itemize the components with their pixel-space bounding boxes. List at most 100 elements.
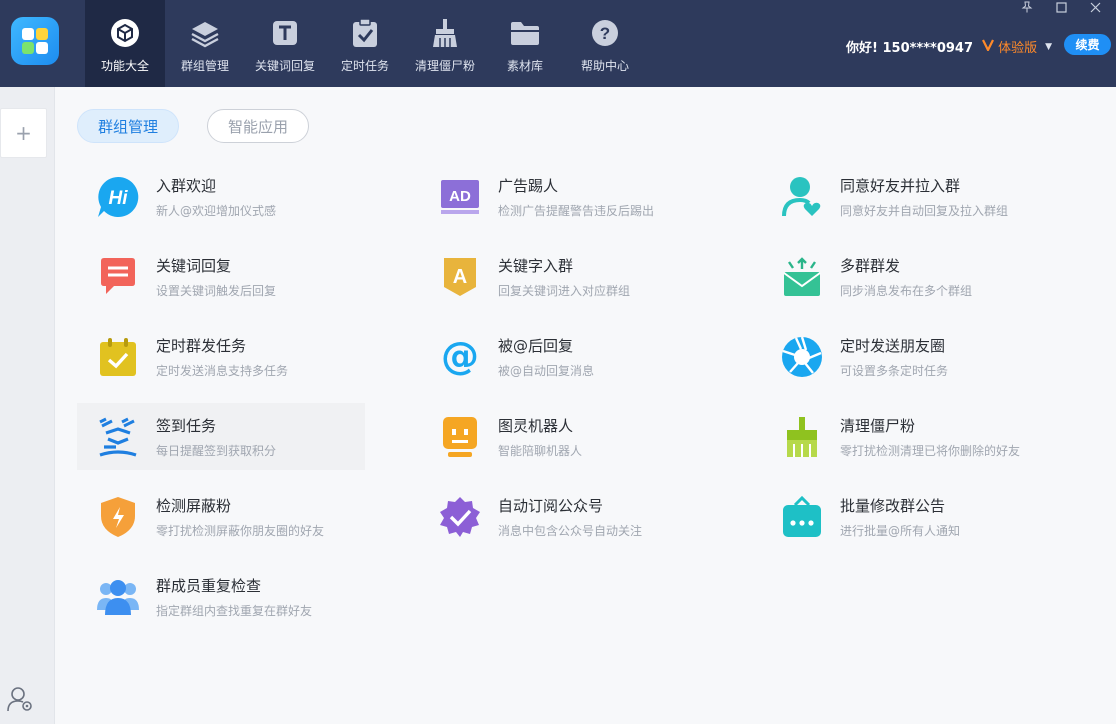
caret-down-icon: ▼ — [1045, 41, 1052, 52]
category-tabs: 群组管理 智能应用 — [77, 109, 309, 143]
top-bar: 功能大全 群组管理 关键词回复 定时任务 清理僵尸粉 素材库 ? 帮助中心 你好… — [0, 0, 1116, 87]
main-content: 群组管理 智能应用 Hi 入群欢迎新人@欢迎增加仪式感 AD 广告踢人检测广告提… — [55, 87, 1116, 724]
feature-batch-group-notice[interactable]: 批量修改群公告进行批量@所有人通知 — [761, 483, 1049, 550]
tab-group-management[interactable]: 群组管理 — [77, 109, 179, 143]
renew-button[interactable]: 续费 — [1064, 34, 1111, 55]
broom-icon — [429, 17, 461, 49]
pin-icon[interactable] — [1020, 0, 1034, 14]
sign-in-glyph-icon — [95, 414, 141, 460]
svg-text:A: A — [453, 266, 467, 288]
feature-desc: 检测广告提醒警告违反后踢出 — [498, 203, 655, 218]
nav-label: 关键词回复 — [254, 59, 315, 73]
clipboard-check-icon — [349, 17, 381, 49]
user-greeting: 你好! 150****0947 — [846, 41, 973, 56]
shield-bolt-icon — [95, 494, 141, 540]
robot-icon — [437, 414, 483, 460]
feature-sign-in[interactable]: 签到任务 每日提醒签到获取积分 — [77, 403, 365, 470]
feature-clean-zombie-fans[interactable]: 清理僵尸粉零打扰检测清理已将你删除的好友 — [761, 403, 1049, 470]
nav-features[interactable]: 功能大全 — [85, 0, 165, 87]
keyword-t-icon — [269, 17, 301, 49]
at-sign-icon: @ — [437, 334, 483, 380]
feature-duplicate-member-check[interactable]: 群成员重复检查 指定群组内查找重复在群好友 — [77, 563, 365, 630]
feature-desc: 同意好友并自动回复及拉入群组 — [840, 203, 1009, 218]
feature-keyword-reply[interactable]: 关键词回复 设置关键词触发后回复 — [77, 243, 365, 310]
vip-v-icon — [982, 39, 995, 55]
feature-title: 定时群发任务 — [156, 336, 247, 355]
feature-title: 群成员重复检查 — [156, 576, 262, 595]
svg-text:@: @ — [441, 337, 479, 377]
feature-grid: Hi 入群欢迎新人@欢迎增加仪式感 AD 广告踢人检测广告提醒警告违反后踢出 同… — [77, 163, 1103, 643]
feature-desc: 被@自动回复消息 — [498, 363, 595, 378]
feature-scheduled-moments[interactable]: 定时发送朋友圈 可设置多条定时任务 — [761, 323, 1049, 390]
group-users-icon — [95, 574, 141, 620]
feature-title: 多群群发 — [840, 256, 901, 275]
help-icon: ? — [589, 17, 621, 49]
feature-title: 签到任务 — [156, 416, 217, 435]
nav-label: 群组管理 — [180, 59, 229, 73]
main-nav: 功能大全 群组管理 关键词回复 定时任务 清理僵尸粉 素材库 ? 帮助中心 — [85, 0, 645, 87]
nav-clean-zombie-fans[interactable]: 清理僵尸粉 — [405, 0, 485, 87]
aperture-icon — [779, 334, 825, 380]
feature-title: 广告踢人 — [498, 176, 559, 195]
brush-icon — [779, 414, 825, 460]
feature-accept-friend-add-group[interactable]: 同意好友并拉入群同意好友并自动回复及拉入群组 — [761, 163, 1049, 230]
feature-title: 自动订阅公众号 — [498, 496, 604, 515]
hi-bubble-icon: Hi — [95, 174, 141, 220]
feature-desc: 新人@欢迎增加仪式感 — [156, 203, 277, 218]
nav-label: 帮助中心 — [580, 59, 629, 73]
nav-label: 素材库 — [506, 59, 543, 73]
nav-keyword-reply[interactable]: 关键词回复 — [245, 0, 325, 87]
calendar-check-icon — [95, 334, 141, 380]
left-rail: + — [0, 87, 55, 724]
feature-title: 入群欢迎 — [156, 176, 217, 195]
nav-scheduled-tasks[interactable]: 定时任务 — [325, 0, 405, 87]
feature-title: 关键字入群 — [498, 256, 574, 275]
feature-desc: 可设置多条定时任务 — [840, 363, 949, 378]
maximize-icon[interactable] — [1054, 0, 1068, 14]
verified-badge-icon — [437, 494, 483, 540]
nav-label: 功能大全 — [100, 59, 149, 73]
feature-desc: 同步消息发布在多个群组 — [840, 283, 973, 298]
layers-icon — [189, 17, 221, 49]
feature-welcome[interactable]: Hi 入群欢迎新人@欢迎增加仪式感 — [77, 163, 365, 230]
nav-material-library[interactable]: 素材库 — [485, 0, 565, 87]
feature-detect-blocked-fans[interactable]: 检测屏蔽粉 零打扰检测屏蔽你朋友圈的好友 — [77, 483, 365, 550]
svg-text:?: ? — [600, 24, 610, 43]
tab-smart-apps[interactable]: 智能应用 — [207, 109, 309, 143]
chat-lines-icon — [95, 254, 141, 300]
nav-label: 定时任务 — [340, 59, 389, 73]
add-account-button[interactable]: + — [0, 108, 47, 158]
close-icon[interactable] — [1088, 0, 1102, 14]
plan-dropdown[interactable]: 体验版 ▼ — [982, 37, 1052, 56]
app-logo — [11, 17, 59, 65]
feature-desc: 设置关键词触发后回复 — [156, 283, 277, 298]
window-controls — [1020, 0, 1102, 14]
feature-turing-robot[interactable]: 图灵机器人 智能陪聊机器人 — [419, 403, 707, 470]
feature-desc: 零打扰检测清理已将你删除的好友 — [840, 443, 1021, 458]
feature-desc: 定时发送消息支持多任务 — [156, 363, 289, 378]
nav-help-center[interactable]: ? 帮助中心 — [565, 0, 645, 87]
feature-title: 被@后回复 — [498, 336, 574, 355]
feature-auto-subscribe[interactable]: 自动订阅公众号 消息中包含公众号自动关注 — [419, 483, 707, 550]
feature-title: 图灵机器人 — [498, 416, 574, 435]
feature-multi-group-broadcast[interactable]: 多群群发同步消息发布在多个群组 — [761, 243, 1049, 310]
feature-desc: 回复关键词进入对应群组 — [498, 283, 631, 298]
user-settings-icon[interactable] — [7, 685, 35, 713]
feature-at-reply[interactable]: @ 被@后回复被@自动回复消息 — [419, 323, 707, 390]
nav-label: 清理僵尸粉 — [414, 59, 475, 73]
feature-ad-kick[interactable]: AD 广告踢人检测广告提醒警告违反后踢出 — [419, 163, 707, 230]
feature-title: 清理僵尸粉 — [840, 416, 916, 435]
feature-title: 同意好友并拉入群 — [840, 176, 961, 195]
user-heart-icon — [779, 174, 825, 220]
feature-scheduled-broadcast[interactable]: 定时群发任务定时发送消息支持多任务 — [77, 323, 365, 390]
feature-keyword-join-group[interactable]: A 关键字入群回复关键词进入对应群组 — [419, 243, 707, 310]
feature-desc: 零打扰检测屏蔽你朋友圈的好友 — [156, 523, 325, 538]
notice-bag-icon — [779, 494, 825, 540]
svg-text:AD: AD — [449, 188, 471, 205]
cube-icon — [109, 17, 141, 49]
nav-group-management[interactable]: 群组管理 — [165, 0, 245, 87]
feature-title: 批量修改群公告 — [840, 496, 946, 515]
plan-label: 体验版 — [998, 41, 1038, 56]
feature-desc: 进行批量@所有人通知 — [840, 523, 961, 538]
ad-icon: AD — [437, 174, 483, 220]
